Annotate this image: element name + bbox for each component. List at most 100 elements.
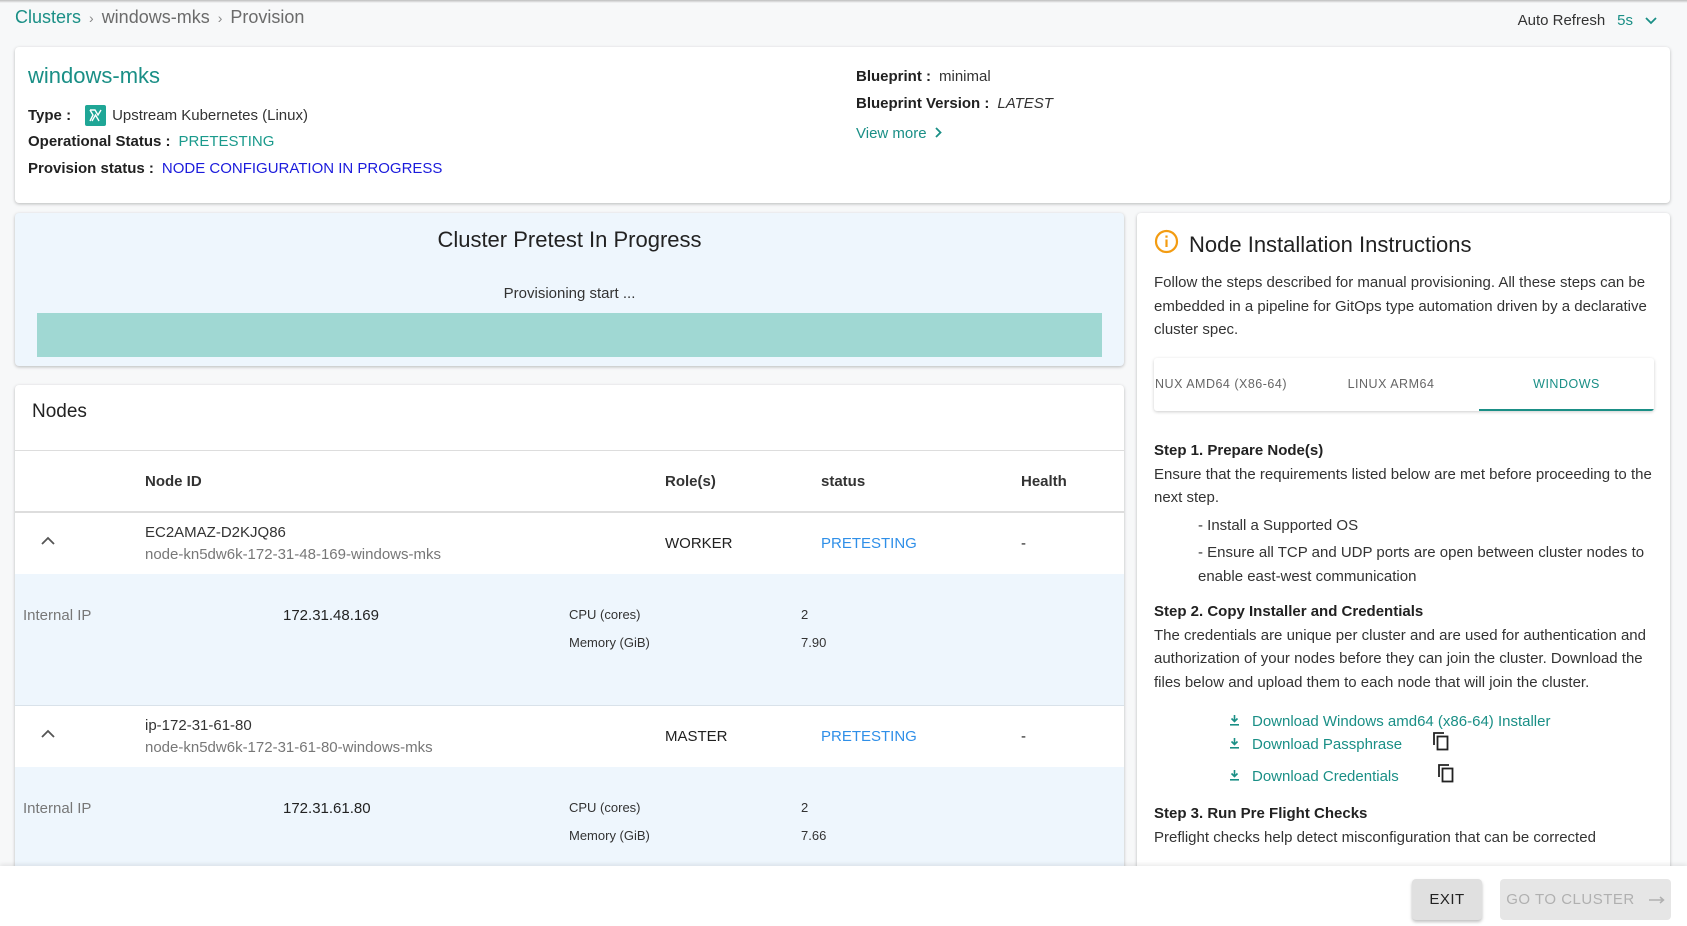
chevron-right-icon [934,125,942,142]
cluster-summary-card: windows-mks Type : Upstream Kubernetes (… [15,47,1670,203]
view-more-label: View more [856,125,927,142]
provision-status-label: Provision status : [28,160,154,177]
step2-title: Step 2. Copy Installer and Credentials [1154,603,1424,620]
chevron-up-icon[interactable] [41,725,55,742]
breadcrumb-clusters[interactable]: Clusters [15,7,81,28]
instructions-header: Node Installation Instructions [1154,229,1472,260]
instructions-intro: Follow the steps described for manual pr… [1154,274,1647,338]
tab-linux-arm64[interactable]: LINUX ARM64 [1316,358,1466,411]
step1-title: Step 1. Prepare Node(s) [1154,442,1324,459]
internal-ip-label: Internal IP [23,800,92,817]
go-to-cluster-button[interactable]: GO TO CLUSTER [1500,879,1671,920]
copy-icon[interactable] [1437,763,1455,791]
node-detail-panel: Internal IP 172.31.48.169 CPU (cores) 2 … [15,574,1124,706]
arrow-right-icon [1648,891,1665,908]
type-row: Type : Upstream Kubernetes (Linux) [28,105,308,126]
breadcrumb-separator: › [89,9,94,26]
table-row[interactable]: ip-172-31-61-80 node-kn5dw6k-172-31-61-8… [15,707,1124,767]
copy-icon[interactable] [1432,731,1450,759]
exit-button[interactable]: EXIT [1412,879,1482,920]
chevron-up-icon[interactable] [41,532,55,549]
view-more-link[interactable]: View more [856,125,942,142]
download-installer-link[interactable]: Download Windows amd64 (x86-64) Installe… [1154,710,1659,733]
step1-text: Ensure that the requirements listed belo… [1154,465,1652,507]
memory-label: Memory (GiB) [569,828,650,843]
download-icon [1228,710,1240,734]
cpu-label: CPU (cores) [569,607,641,622]
memory-label: Memory (GiB) [569,635,650,650]
tab-windows[interactable]: WINDOWS [1479,358,1654,411]
breadcrumb-separator: › [217,9,223,26]
node-hostname: ip-172-31-61-80 [145,717,252,734]
node-hostname: EC2AMAZ-D2KJQ86 [145,524,286,541]
instructions-title: Node Installation Instructions [1189,231,1472,257]
node-health: - [1021,728,1026,745]
cluster-name: windows-mks [28,63,161,88]
pretest-subtitle: Provisioning start ... [503,285,636,302]
os-tabs: NUX AMD64 (X86-64) LINUX ARM64 WINDOWS [1154,358,1654,411]
auto-refresh-value[interactable]: 5s [1617,12,1633,29]
download-installer-label: Download Windows amd64 (x86-64) Installe… [1252,712,1551,730]
tab-linux-amd64[interactable]: NUX AMD64 (X86-64) [1154,358,1296,411]
node-id: node-kn5dw6k-172-31-48-169-windows-mks [145,546,441,563]
blueprint-version-label: Blueprint Version : [856,95,990,112]
provision-status-row: Provision status : NODE CONFIGURATION IN… [28,160,442,177]
type-label: Type : [28,107,72,124]
download-icon [1228,765,1240,789]
internal-ip-value: 172.31.48.169 [283,607,379,624]
step1-bullet: - Ensure all TCP and UDP ports are open … [1198,544,1645,585]
node-status: PRETESTING [821,728,917,745]
instruction-steps: Step 1. Prepare Node(s) Ensure that the … [1154,439,1659,849]
blueprint-label: Blueprint : [856,68,931,85]
breadcrumb-cluster[interactable]: windows-mks [102,7,210,28]
chevron-down-icon[interactable] [1645,14,1657,28]
table-row[interactable]: EC2AMAZ-D2KJQ86 node-kn5dw6k-172-31-48-1… [15,514,1124,574]
download-credentials-link[interactable]: Download Credentials [1154,763,1659,791]
step3-text: Preflight checks help detect misconfigur… [1154,828,1596,846]
auto-refresh-label: Auto Refresh [1517,12,1606,29]
provision-status-value: NODE CONFIGURATION IN PROGRESS [161,160,443,177]
go-to-cluster-label: GO TO CLUSTER [1506,891,1635,908]
nodes-card: Nodes Node ID Role(s) status Health EC2A… [15,385,1124,885]
node-id: node-kn5dw6k-172-31-61-80-windows-mks [145,739,433,756]
step2-text: The credentials are unique per cluster a… [1154,626,1646,691]
breadcrumb-provision: Provision [230,7,305,27]
download-passphrase-link[interactable]: Download Passphrase [1154,731,1659,759]
operational-status-row: Operational Status : PRETESTING [28,133,274,150]
kubernetes-icon [85,105,107,126]
node-installation-instructions-card: Node Installation Instructions Follow th… [1137,213,1670,893]
cpu-value: 2 [801,800,809,815]
blueprint-row: Blueprint : minimal [856,68,991,85]
column-header-node-id[interactable]: Node ID [145,473,202,490]
download-credentials-label: Download Credentials [1252,767,1399,785]
memory-value: 7.90 [801,635,827,650]
column-header-status[interactable]: status [821,473,865,490]
pretest-progress-bar [37,313,1102,357]
footer-bar: EXIT GO TO CLUSTER [0,866,1687,926]
info-icon [1154,229,1179,260]
node-health: - [1021,535,1026,552]
breadcrumb: Clusters › windows-mks › Provision [15,7,304,28]
auto-refresh-select[interactable]: Auto Refresh 5s [1518,12,1657,29]
pretest-card: Cluster Pretest In Progress Provisioning… [15,213,1124,366]
internal-ip-label: Internal IP [23,607,92,624]
pretest-title: Cluster Pretest In Progress [437,227,702,252]
download-icon [1228,733,1240,757]
column-header-roles[interactable]: Role(s) [665,473,716,490]
pretest-progress-fill [37,313,1102,357]
blueprint-value: minimal [939,68,991,85]
operational-status-value: PRETESTING [178,133,275,150]
nodes-title: Nodes [32,401,87,422]
node-status: PRETESTING [821,535,917,552]
type-value: Upstream Kubernetes (Linux) [112,107,308,124]
top-shadow [0,0,1687,3]
step3-title: Step 3. Run Pre Flight Checks [1154,805,1368,822]
column-header-health[interactable]: Health [1021,473,1067,490]
internal-ip-value: 172.31.61.80 [283,800,371,817]
cpu-label: CPU (cores) [569,800,641,815]
node-role: WORKER [665,535,733,552]
node-role: MASTER [665,728,728,745]
memory-value: 7.66 [801,828,827,843]
step1-bullet: - Install a Supported OS [1198,516,1359,534]
download-passphrase-label: Download Passphrase [1252,735,1403,753]
